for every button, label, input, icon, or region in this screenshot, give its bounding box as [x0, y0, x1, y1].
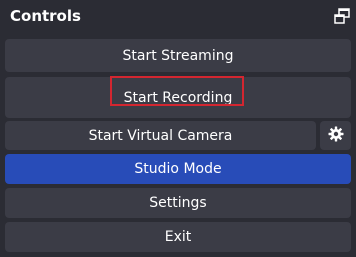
controls-dock: Controls Start Streaming Start Recording… — [0, 0, 356, 257]
exit-button[interactable]: Exit — [5, 222, 351, 252]
start-virtual-camera-button[interactable]: Start Virtual Camera — [5, 121, 316, 150]
virtual-camera-settings-button[interactable] — [320, 121, 351, 150]
settings-label: Settings — [149, 195, 207, 211]
studio-mode-label: Studio Mode — [134, 161, 222, 177]
studio-mode-button[interactable]: Studio Mode — [5, 154, 351, 184]
start-virtual-camera-label: Start Virtual Camera — [88, 127, 233, 144]
start-streaming-button[interactable]: Start Streaming — [5, 39, 351, 72]
gear-icon — [328, 126, 344, 146]
exit-label: Exit — [164, 229, 192, 245]
dock-header: Controls — [0, 0, 356, 32]
start-recording-button[interactable]: Start Recording — [5, 77, 351, 118]
settings-button[interactable]: Settings — [5, 188, 351, 218]
dock-title: Controls — [10, 7, 81, 25]
start-recording-label: Start Recording — [123, 89, 233, 106]
start-streaming-label: Start Streaming — [122, 47, 234, 64]
undock-icon[interactable] — [334, 8, 350, 24]
